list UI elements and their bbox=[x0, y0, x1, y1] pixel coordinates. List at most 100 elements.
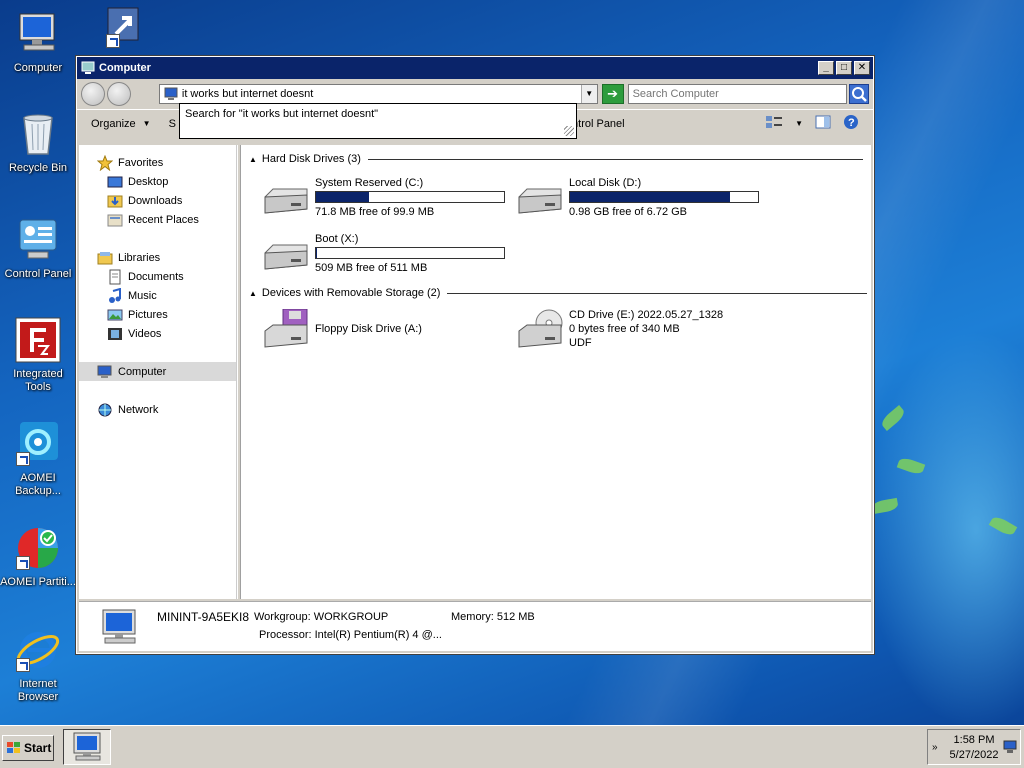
help-button[interactable]: ? bbox=[843, 114, 859, 133]
search-box[interactable] bbox=[627, 84, 847, 104]
system-properties-label: S bbox=[168, 117, 176, 130]
recent-places-icon bbox=[107, 214, 123, 226]
processor: Processor: Intel(R) Pentium(R) 4 @... bbox=[259, 629, 442, 641]
nav-downloads[interactable]: Downloads bbox=[79, 191, 236, 210]
drive-item[interactable]: Local Disk (D:) 0.98 GB free of 6.72 GB bbox=[507, 177, 759, 225]
aomei-partition-icon bbox=[14, 524, 62, 572]
details-pane: MININT-9A5EKI8 Workgroup: WORKGROUP Memo… bbox=[79, 601, 871, 651]
hard-drive-icon bbox=[518, 188, 562, 214]
drive-usage-fill bbox=[570, 192, 730, 202]
nav-libraries[interactable]: Libraries bbox=[79, 248, 236, 267]
system-tray: » 1:58 PM 5/27/2022 bbox=[927, 729, 1021, 765]
star-icon bbox=[97, 154, 113, 171]
computer-icon bbox=[14, 10, 62, 58]
window-title: Computer bbox=[99, 62, 151, 74]
nav-music[interactable]: Music bbox=[79, 286, 236, 305]
explorer-content: Favorites Desktop Downloads Recent Place… bbox=[79, 145, 871, 599]
view-options-button[interactable] bbox=[765, 115, 783, 132]
desktop-icon-control-panel[interactable]: Control Panel bbox=[0, 216, 76, 281]
computer-icon bbox=[73, 732, 101, 761]
desktop-icon-integrated-tools[interactable]: Integrated Tools bbox=[0, 316, 76, 394]
cd-drive-item[interactable]: CD Drive (E:) 2022.05.27_1328 0 bytes fr… bbox=[507, 309, 757, 357]
desktop-icon-shortcut[interactable] bbox=[78, 6, 154, 58]
minimize-button[interactable]: _ bbox=[818, 61, 834, 75]
shortcut-arrow-icon bbox=[16, 556, 30, 570]
documents-icon bbox=[109, 269, 121, 284]
nav-videos[interactable]: Videos bbox=[79, 324, 236, 343]
group-label: Devices with Removable Storage (2) bbox=[261, 287, 441, 299]
drive-usage-bar bbox=[315, 247, 505, 259]
workgroup: Workgroup: WORKGROUP bbox=[254, 611, 389, 623]
address-box[interactable]: ▼ bbox=[158, 84, 598, 104]
address-dropdown-button[interactable]: ▼ bbox=[580, 85, 597, 103]
go-button[interactable]: ➔ bbox=[601, 84, 624, 104]
drive-free-space: 0 bytes free of 340 MB bbox=[569, 323, 680, 335]
clock-time[interactable]: 1:58 PM bbox=[948, 734, 1000, 746]
organize-button[interactable]: Organize ▼ bbox=[91, 118, 151, 130]
libraries-icon bbox=[97, 251, 113, 264]
drive-free-space: 71.8 MB free of 99.9 MB bbox=[315, 206, 435, 218]
autocomplete-item[interactable]: Search for "it works but internet doesnt… bbox=[185, 108, 378, 120]
nav-pictures[interactable]: Pictures bbox=[79, 305, 236, 324]
desktop-icon-label: AOMEI Backup... bbox=[15, 472, 61, 497]
drive-item[interactable]: Boot (X:) 509 MB free of 511 MB bbox=[253, 233, 505, 281]
nav-label: Computer bbox=[118, 365, 167, 378]
close-button[interactable]: ✕ bbox=[854, 61, 870, 75]
drive-name: CD Drive (E:) 2022.05.27_1328 bbox=[569, 309, 724, 321]
drive-name: Floppy Disk Drive (A:) bbox=[315, 323, 422, 335]
nav-desktop[interactable]: Desktop bbox=[79, 172, 236, 191]
search-input[interactable] bbox=[628, 88, 846, 100]
forward-button[interactable] bbox=[106, 82, 131, 106]
address-input[interactable] bbox=[181, 86, 581, 102]
chevron-down-icon[interactable]: ▼ bbox=[795, 119, 803, 128]
nav-recent-places[interactable]: Recent Places bbox=[79, 210, 236, 229]
tray-expand-button[interactable]: » bbox=[932, 742, 938, 753]
nav-favorites[interactable]: Favorites bbox=[79, 153, 236, 172]
desktop-icon-recycle-bin[interactable]: Recycle Bin bbox=[0, 110, 76, 175]
nav-label: Network bbox=[118, 403, 159, 416]
desktop-icon-label: Computer bbox=[13, 62, 63, 74]
nav-computer[interactable]: Computer bbox=[79, 362, 236, 381]
pictures-icon bbox=[107, 309, 123, 320]
nav-network[interactable]: Network bbox=[79, 400, 236, 419]
group-header-hard-disks[interactable]: ▲ Hard Disk Drives (3) bbox=[249, 151, 863, 167]
taskbar-item-computer[interactable] bbox=[63, 729, 111, 765]
system-properties-button[interactable]: S bbox=[169, 118, 176, 130]
drive-free-space: 509 MB free of 511 MB bbox=[315, 262, 428, 274]
desktop-icon-computer[interactable]: Computer bbox=[0, 10, 76, 75]
help-icon: ? bbox=[844, 115, 858, 129]
navigation-pane[interactable]: Favorites Desktop Downloads Recent Place… bbox=[79, 145, 237, 599]
group-divider bbox=[367, 158, 863, 160]
drive-usage-fill bbox=[316, 192, 369, 202]
svg-text:?: ? bbox=[848, 117, 855, 129]
group-header-removable[interactable]: ▲ Devices with Removable Storage (2) bbox=[249, 285, 867, 301]
taskbar: Start » 1:58 PM 5/27/2022 bbox=[0, 725, 1024, 768]
desktop-icon-internet-browser[interactable]: Internet Browser bbox=[0, 626, 76, 704]
drive-item[interactable]: System Reserved (C:) 71.8 MB free of 99.… bbox=[253, 177, 505, 225]
back-button[interactable] bbox=[81, 82, 105, 106]
preview-pane-button[interactable] bbox=[815, 115, 831, 132]
shortcut-icon bbox=[92, 6, 140, 54]
window-titlebar[interactable]: Computer _ □ ✕ bbox=[77, 57, 873, 79]
nav-label: Downloads bbox=[128, 194, 183, 207]
maximize-button[interactable]: □ bbox=[836, 61, 852, 75]
search-button[interactable] bbox=[848, 84, 869, 104]
drive-usage-bar bbox=[569, 191, 759, 203]
floppy-drive-item[interactable]: Floppy Disk Drive (A:) bbox=[253, 309, 503, 357]
collapse-triangle-icon: ▲ bbox=[249, 288, 257, 298]
explorer-window[interactable]: Computer _ □ ✕ ▼ ➔ Search for "it works … bbox=[75, 55, 875, 655]
network-status-icon[interactable] bbox=[1003, 740, 1017, 754]
drive-usage-bar bbox=[315, 191, 505, 203]
desktop-icon-aomei-partition[interactable]: AOMEI Partiti... bbox=[0, 524, 76, 589]
clock-date[interactable]: 5/27/2022 bbox=[948, 749, 1000, 761]
memory: Memory: 512 MB bbox=[451, 611, 535, 623]
collapse-triangle-icon: ▲ bbox=[249, 154, 257, 164]
nav-label: Pictures bbox=[128, 308, 168, 321]
start-button[interactable]: Start bbox=[2, 735, 54, 761]
nav-label: Libraries bbox=[118, 251, 161, 264]
nav-documents[interactable]: Documents bbox=[79, 267, 236, 286]
address-autocomplete-dropdown[interactable]: Search for "it works but internet doesnt… bbox=[179, 103, 577, 139]
desktop-icon-label: Integrated Tools bbox=[13, 368, 63, 393]
resize-grip[interactable] bbox=[564, 126, 574, 136]
desktop-icon-aomei-backup[interactable]: AOMEI Backup... bbox=[0, 420, 76, 498]
